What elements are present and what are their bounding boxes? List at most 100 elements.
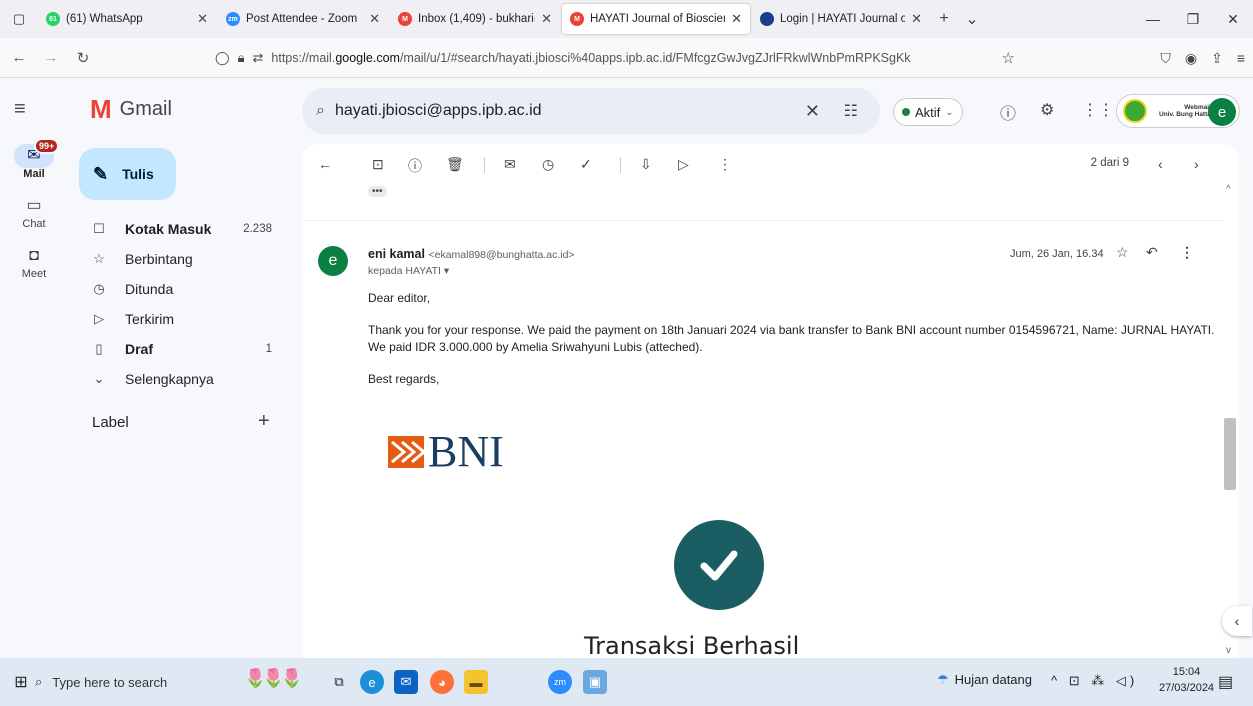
search-icon[interactable]: ⌕ xyxy=(316,102,325,120)
system-tray-icons[interactable]: ^ ⊡ ⁂ ◁) xyxy=(1051,673,1138,689)
scroll-down-icon[interactable]: v xyxy=(1226,645,1231,656)
clock-icon: ◷ xyxy=(93,281,105,296)
browser-tab[interactable]: M HAYATI Journal of Bioscience ✕ xyxy=(562,4,750,34)
message-more-icon[interactable]: ⋮ xyxy=(1180,244,1194,261)
account-icon[interactable]: ◉ xyxy=(1185,50,1197,67)
older-icon[interactable]: › xyxy=(1194,156,1199,172)
firefox-icon[interactable]: ◕ xyxy=(430,670,454,694)
move-to-icon[interactable]: ⇩ xyxy=(640,156,652,173)
folder-item[interactable]: ☆ Berbintang xyxy=(68,244,290,274)
message-divider xyxy=(302,220,1222,221)
minimize-button[interactable]: — xyxy=(1133,0,1173,38)
gmail-logo[interactable]: M Gmail xyxy=(90,96,172,122)
photos-icon[interactable]: ▣ xyxy=(583,670,607,694)
task-view-icon[interactable]: ⧉ xyxy=(327,670,351,694)
star-icon[interactable]: ☆ xyxy=(1116,244,1129,261)
search-options-icon[interactable]: ☷ xyxy=(844,101,858,121)
delete-icon[interactable]: 🗑︎ xyxy=(446,156,464,173)
folder-item[interactable]: ⌄ Selengkapnya xyxy=(68,364,290,394)
bni-logo: BNI xyxy=(388,430,504,474)
tab-list-button[interactable]: ⌄ xyxy=(958,9,986,29)
file-explorer-icon[interactable]: ▬ xyxy=(464,670,488,694)
back-icon[interactable]: ← xyxy=(6,49,32,66)
sender-avatar[interactable]: e xyxy=(318,246,348,276)
more-actions-icon[interactable]: ⋮ xyxy=(718,156,732,173)
chat-icon: ▭ xyxy=(26,197,42,214)
help-icon[interactable]: ⓘ xyxy=(1000,100,1016,124)
search-icon: ⌕ xyxy=(35,674,43,689)
system-clock[interactable]: 15:04 27/03/2024 xyxy=(1159,664,1214,696)
side-panel-toggle[interactable]: ‹ xyxy=(1222,606,1252,636)
add-to-tasks-icon[interactable]: ✓ xyxy=(580,156,592,173)
restore-button[interactable]: ❐ xyxy=(1173,0,1213,38)
folder-item[interactable]: ◷ Ditunda xyxy=(68,274,290,304)
close-tab-icon[interactable]: ✕ xyxy=(369,11,380,27)
tab-favicon-icon: M xyxy=(398,12,412,26)
clear-search-icon[interactable]: ✕ xyxy=(805,101,820,122)
permissions-icon: ⇄ xyxy=(252,50,264,65)
new-tab-button[interactable]: + xyxy=(930,10,958,28)
archive-icon[interactable]: ⊡ xyxy=(372,156,384,173)
tulips-icon[interactable]: 🌷🌷🌷 xyxy=(244,668,303,689)
tab-overview-icon[interactable]: ▢ xyxy=(0,0,38,38)
recipient-details[interactable]: kepada HAYATI ▾ xyxy=(368,265,449,277)
edge-icon[interactable]: e xyxy=(360,670,384,694)
status-selector[interactable]: Aktif ⌄ xyxy=(893,98,963,126)
report-spam-icon[interactable]: ⓘ xyxy=(408,156,422,176)
close-tab-icon[interactable]: ✕ xyxy=(731,11,742,27)
bookmark-star-icon[interactable]: ☆ xyxy=(1002,49,1015,67)
browser-tab[interactable]: zm Post Attendee - Zoom ✕ xyxy=(218,4,388,34)
notifications-icon[interactable]: ▤ xyxy=(1218,672,1233,692)
weather-widget[interactable]: ☂ Hujan datang xyxy=(937,672,1032,688)
apps-grid-icon[interactable]: ⋮⋮ xyxy=(1082,100,1114,120)
folder-label: Draf xyxy=(125,341,154,357)
close-tab-icon[interactable]: ✕ xyxy=(541,11,552,27)
page-scrollbar[interactable]: ^ v xyxy=(1222,182,1239,658)
folder-item[interactable]: ☐ Kotak Masuk 2.238 xyxy=(68,214,290,244)
reading-pane: ← ⊡ ⓘ 🗑︎ ✉ ◷ ✓ ⇩ ▷ ⋮ 2 dari 9 ‹ › ••• e … xyxy=(302,144,1239,658)
url-bar[interactable]: ◯ 🔒︎ ⇄ https://mail.google.com/mail/u/1/… xyxy=(215,43,1027,73)
star-icon: ☆ xyxy=(93,251,105,266)
forward-icon[interactable]: → xyxy=(38,49,64,66)
pocket-icon[interactable]: ⛉ xyxy=(1160,50,1171,67)
close-tab-icon[interactable]: ✕ xyxy=(911,11,922,27)
main-menu-icon[interactable]: ≡ xyxy=(14,98,26,121)
rail-chat-label: Chat xyxy=(22,218,46,230)
mail-app-icon[interactable]: ✉ xyxy=(394,670,418,694)
back-to-list-icon[interactable]: ← xyxy=(318,156,332,172)
scroll-up-icon[interactable]: ^ xyxy=(1226,184,1231,195)
browser-tab[interactable]: M Inbox (1,409) - bukhari@bung ✕ xyxy=(390,4,560,34)
zoom-icon[interactable]: zm xyxy=(548,670,572,694)
close-tab-icon[interactable]: ✕ xyxy=(197,11,208,27)
close-window-button[interactable]: ✕ xyxy=(1213,0,1253,38)
label-icon[interactable]: ▷ xyxy=(678,156,689,173)
body-paragraph: Thank you for your response. We paid the… xyxy=(368,323,1215,354)
newer-icon[interactable]: ‹ xyxy=(1158,156,1163,172)
browser-tab[interactable]: Login | HAYATI Journal of Bios ✕ xyxy=(752,4,930,34)
scroll-thumb[interactable] xyxy=(1224,418,1236,490)
sender-name[interactable]: eni kamal xyxy=(368,247,425,261)
rail-mail[interactable]: ✉ 99+ Mail xyxy=(0,138,68,180)
account-avatar[interactable]: e xyxy=(1208,98,1236,126)
search-input[interactable] xyxy=(334,102,775,120)
message-body: Dear editor, Thank you for your response… xyxy=(368,290,1218,403)
show-trimmed-button[interactable]: ••• xyxy=(368,186,387,197)
bni-mark-icon xyxy=(388,436,424,468)
snooze-icon[interactable]: ◷ xyxy=(542,156,554,173)
account-switcher[interactable]: Webmail Univ. Bung Hatta e xyxy=(1116,94,1240,128)
extensions-icon[interactable]: ⇪ xyxy=(1211,50,1223,67)
mark-unread-icon[interactable]: ✉ xyxy=(504,156,516,173)
folder-item[interactable]: ▯ Draf 1 xyxy=(68,334,290,364)
reload-icon[interactable]: ↻ xyxy=(70,49,96,67)
labels-heading: Label xyxy=(92,414,129,431)
taskbar-search[interactable]: ⌕ Type here to search xyxy=(27,666,227,698)
rail-meet[interactable]: ◘ Meet xyxy=(0,244,68,280)
browser-tab[interactable]: 61 (61) WhatsApp ✕ xyxy=(38,4,216,34)
rail-chat[interactable]: ▭ Chat xyxy=(0,194,68,230)
app-menu-icon[interactable]: ≡ xyxy=(1237,50,1245,66)
add-label-button[interactable]: + xyxy=(258,410,270,433)
compose-button[interactable]: ✎ Tulis xyxy=(79,148,176,200)
reply-icon[interactable]: ↶ xyxy=(1146,244,1158,261)
folder-item[interactable]: ▷ Terkirim xyxy=(68,304,290,334)
settings-gear-icon[interactable]: ⚙ xyxy=(1040,100,1054,120)
